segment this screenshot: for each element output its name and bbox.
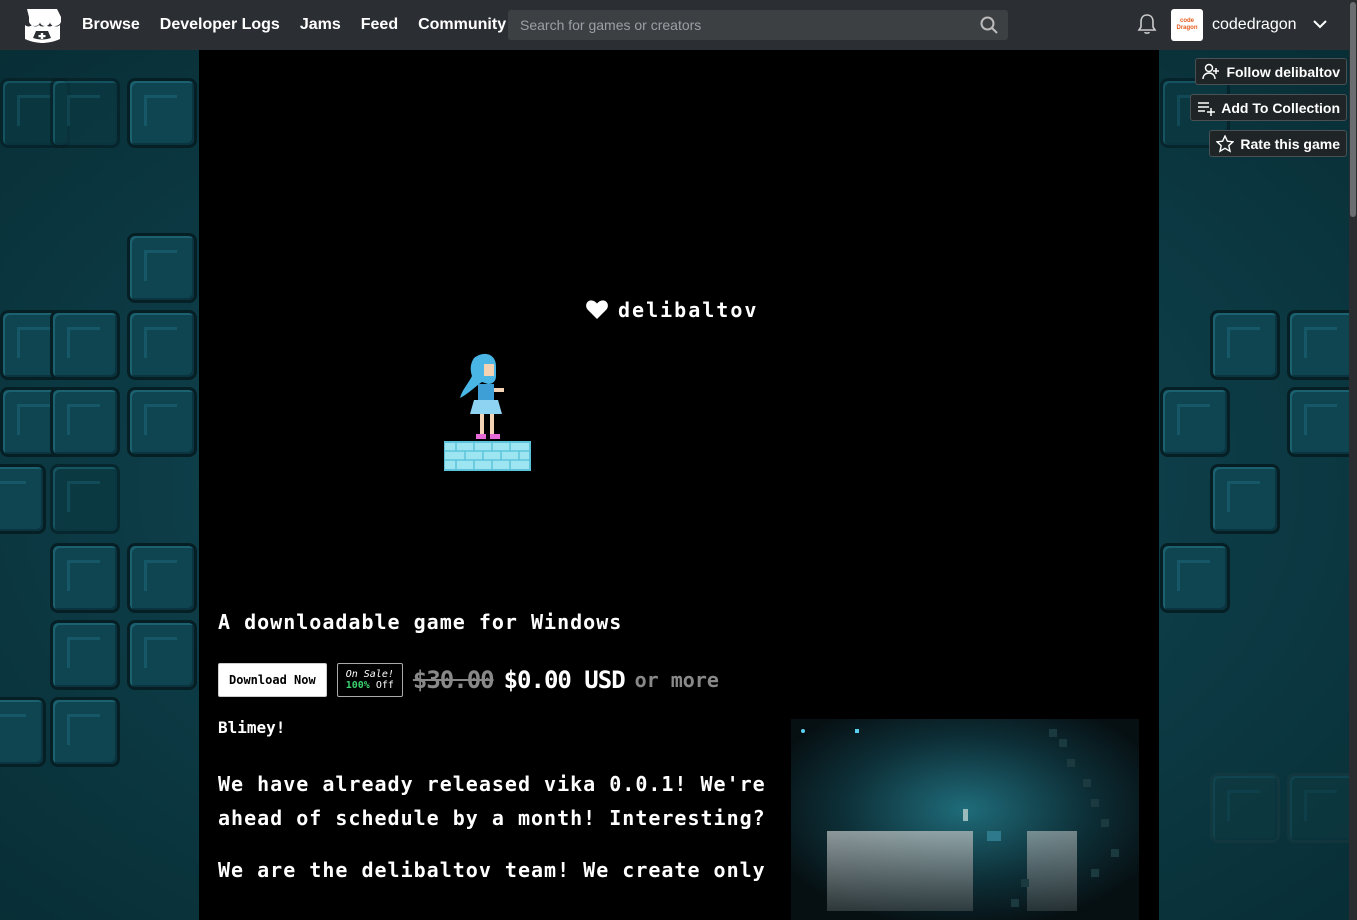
character-sprite-image — [444, 353, 531, 471]
sale-badge: On Sale! 100% Off — [336, 663, 403, 697]
bg-tile — [50, 464, 120, 534]
heart-icon — [586, 300, 608, 319]
bg-tile — [1287, 773, 1357, 843]
search-icon[interactable] — [980, 16, 998, 34]
bg-tile — [127, 543, 197, 613]
sale-price: $0.00 USD — [503, 666, 626, 694]
brand-name: delibaltov — [618, 298, 759, 322]
bg-tile — [127, 233, 197, 303]
bg-tile — [1287, 310, 1357, 380]
bg-tile — [127, 78, 197, 148]
star-icon — [1216, 134, 1235, 153]
add-to-collection-button[interactable]: Add To Collection — [1190, 94, 1347, 121]
nav-jams[interactable]: Jams — [300, 16, 341, 34]
avatar-text-1: code — [1179, 18, 1194, 24]
add-to-collection-label: Add To Collection — [1221, 99, 1340, 116]
game-description: Blimey! We have already released vika 0.… — [218, 718, 778, 905]
sale-label: On Sale! — [345, 669, 394, 680]
bg-tile — [1160, 387, 1230, 457]
game-actions: Follow delibaltov Add To Collection Rate… — [1190, 58, 1347, 157]
sale-off: Off — [375, 680, 394, 691]
main-nav: Browse Developer Logs Jams Feed Communit… — [82, 0, 506, 50]
game-banner: delibaltov — [199, 50, 1159, 595]
bg-tile — [50, 387, 120, 457]
game-screenshot-image[interactable] — [791, 719, 1139, 920]
bg-tile — [50, 620, 120, 690]
search-box — [508, 10, 1008, 40]
avatar[interactable]: code Dragon — [1171, 9, 1203, 41]
bg-tile — [50, 697, 120, 767]
scrollbar-thumb[interactable] — [1350, 2, 1356, 217]
itchio-logo-icon[interactable] — [22, 7, 62, 43]
chevron-down-icon[interactable] — [1313, 17, 1327, 31]
top-navigation-bar: Browse Developer Logs Jams Feed Communit… — [0, 0, 1357, 50]
description-paragraph: We have already released vika 0.0.1! We'… — [218, 772, 766, 830]
sale-percent: 100% — [345, 680, 370, 691]
developer-brand: delibaltov — [586, 298, 758, 322]
bg-tile — [0, 697, 46, 767]
description-paragraph: We are the delibaltov team! We create on… — [218, 858, 766, 882]
or-more-label: or more — [634, 668, 719, 692]
description-heading: Blimey! — [218, 718, 286, 737]
follow-user-icon — [1202, 63, 1220, 79]
game-tagline: A downloadable game for Windows — [218, 610, 623, 634]
search-input[interactable] — [518, 16, 982, 34]
nav-browse[interactable]: Browse — [82, 16, 140, 34]
rate-game-label: Rate this game — [1240, 135, 1340, 152]
follow-label: Follow delibaltov — [1226, 63, 1340, 80]
notification-bell-icon[interactable] — [1137, 13, 1157, 35]
original-price: $30.00 — [412, 666, 495, 694]
nav-developer-logs[interactable]: Developer Logs — [160, 16, 280, 34]
bg-tile — [127, 310, 197, 380]
bg-tile — [1210, 464, 1280, 534]
game-page-column: delibaltov A downloadable game for Windo… — [199, 50, 1159, 920]
username[interactable]: codedragon — [1212, 0, 1297, 50]
bg-tile — [1210, 773, 1280, 843]
bg-tile — [0, 464, 46, 534]
avatar-text-2: Dragon — [1176, 25, 1198, 31]
bg-tile — [1287, 387, 1357, 457]
page-scrollbar[interactable] — [1349, 0, 1357, 920]
sale-discount: 100% Off — [346, 680, 394, 691]
bg-tile — [50, 78, 120, 148]
nav-feed[interactable]: Feed — [361, 16, 398, 34]
bg-tile — [1160, 543, 1230, 613]
nav-community[interactable]: Community — [418, 16, 506, 34]
bg-tile — [50, 310, 120, 380]
bg-tile — [1210, 310, 1280, 380]
bg-tile — [127, 620, 197, 690]
bg-tile — [50, 543, 120, 613]
download-now-button[interactable]: Download Now — [218, 663, 327, 697]
buy-row: Download Now On Sale! 100% Off $30.00 $0… — [218, 663, 719, 697]
add-list-icon — [1198, 101, 1216, 116]
follow-button[interactable]: Follow delibaltov — [1195, 58, 1347, 85]
bg-tile — [127, 387, 197, 457]
rate-game-button[interactable]: Rate this game — [1209, 130, 1347, 157]
